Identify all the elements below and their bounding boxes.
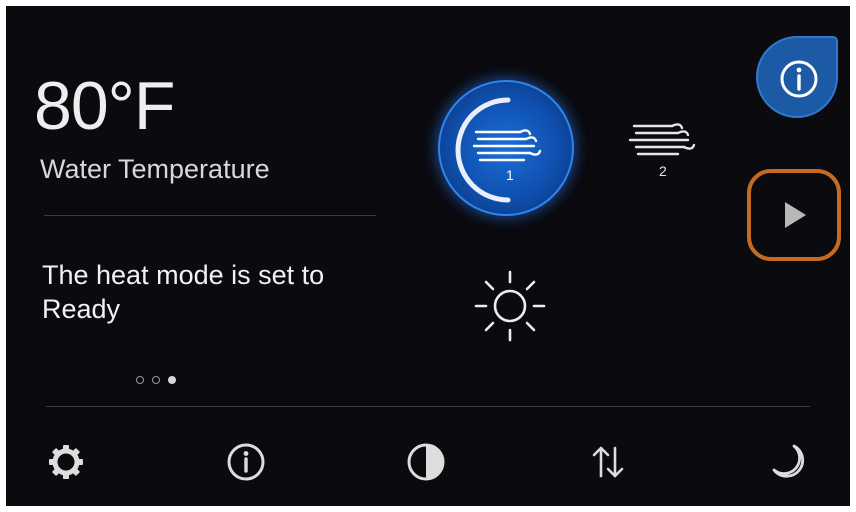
- divider: [44, 215, 376, 216]
- water-temperature-value: 80°F: [34, 68, 175, 144]
- jets-icon: 1: [455, 97, 542, 203]
- settings-button[interactable]: [44, 440, 88, 484]
- contrast-icon: [407, 443, 445, 481]
- play-icon: [785, 202, 806, 228]
- display-contrast-button[interactable]: [404, 440, 448, 484]
- jet-1-button[interactable]: 1: [438, 80, 574, 216]
- page-indicator[interactable]: [136, 376, 176, 384]
- information-button[interactable]: [224, 440, 268, 484]
- sort-arrows-icon: [592, 446, 624, 478]
- heat-mode-message: The heat mode is set to Ready: [42, 260, 325, 324]
- page-dot[interactable]: [152, 376, 160, 384]
- sleep-mode-button[interactable]: [766, 440, 810, 484]
- spa-control-screen: 80°F Water Temperature The heat mode is …: [6, 6, 850, 506]
- play-button[interactable]: [747, 169, 841, 261]
- jets-icon: 2: [628, 123, 696, 179]
- info-icon: [780, 60, 818, 98]
- moon-icon: [772, 444, 804, 478]
- page-dot-active[interactable]: [168, 376, 176, 384]
- page-dot[interactable]: [136, 376, 144, 384]
- jet-2-button[interactable]: 2: [616, 104, 706, 194]
- info-button[interactable]: [756, 36, 838, 118]
- light-button[interactable]: [462, 258, 558, 354]
- info-icon: [227, 443, 265, 481]
- gear-icon: [49, 445, 83, 479]
- transfer-button[interactable]: [586, 440, 630, 484]
- jet-1-number: 1: [506, 167, 514, 183]
- jet-2-number: 2: [659, 163, 667, 179]
- toolbar-divider: [46, 406, 810, 407]
- sun-icon: [474, 270, 546, 342]
- water-temperature-label: Water Temperature: [40, 154, 270, 184]
